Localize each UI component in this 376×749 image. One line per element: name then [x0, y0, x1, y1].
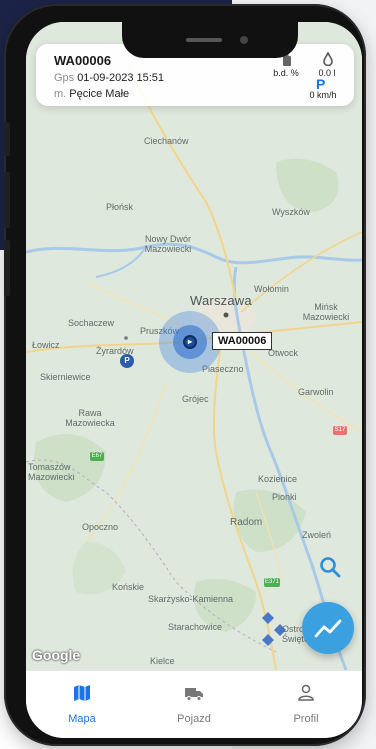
- phone-volume-up-button: [4, 172, 10, 228]
- location-label: m.: [54, 88, 67, 100]
- bottom-navigation: Mapa Pojazd Profil: [26, 670, 362, 738]
- place-label: Starachowice: [168, 622, 223, 632]
- road-shield: S17: [334, 427, 346, 433]
- nav-label: Pojazd: [177, 713, 211, 725]
- place-label: Skierniewice: [40, 372, 91, 382]
- user-icon: [298, 684, 314, 701]
- location-name: Pęcice Małe: [69, 88, 130, 100]
- nav-label: Profil: [293, 713, 319, 725]
- place-label: Wołomin: [254, 284, 289, 294]
- gps-timestamp-row: Gps 01-09-2023 15:51: [54, 72, 164, 84]
- nav-item-profil[interactable]: Profil: [250, 671, 362, 738]
- front-camera: [240, 36, 248, 44]
- vehicle-marker[interactable]: ▸: [183, 335, 197, 349]
- place-label: Grójec: [182, 394, 209, 404]
- place-label: Kielce: [150, 656, 175, 666]
- place-label: Radom: [230, 517, 263, 528]
- place-label: Opoczno: [82, 522, 119, 532]
- map-search-button[interactable]: [318, 555, 342, 579]
- gps-datetime: 01-09-2023 15:51: [77, 72, 165, 84]
- nav-item-mapa[interactable]: Mapa: [26, 671, 138, 738]
- road-shield: E67: [91, 453, 103, 459]
- place-label: Mińsk Mazowiecki: [302, 302, 350, 322]
- phone-notch: [122, 22, 298, 58]
- vehicle-plate: WA00006: [54, 53, 112, 68]
- place-label: Końskie: [112, 582, 145, 592]
- map-icon: [74, 685, 90, 701]
- phone-mute-button: [4, 122, 10, 156]
- place-label: Pionki: [272, 492, 297, 502]
- phone-frame: Ciechanów Płońsk Wyszków Nowy Dwór Mazow…: [4, 4, 366, 746]
- speaker-grill: [186, 38, 222, 42]
- nav-item-pojazd[interactable]: Pojazd: [138, 671, 250, 738]
- battery-value: b.d. %: [273, 68, 299, 78]
- place-label-capital: Warszawa: [190, 293, 252, 308]
- vehicle-marker-label[interactable]: WA00006: [212, 332, 273, 350]
- place-label: Garwolin: [298, 387, 334, 397]
- place-label: Sochaczew: [68, 318, 115, 328]
- place-label: Tomaszów Mazowiecki: [28, 462, 75, 482]
- trend-line-icon: [314, 619, 342, 638]
- place-label: Rawa Mazowiecka: [65, 408, 115, 428]
- place-label: Łowicz: [32, 340, 60, 350]
- place-label: Nowy Dwór Mazowiecki: [144, 234, 192, 254]
- place-label: Wyszków: [272, 207, 310, 217]
- fuel-drop-icon: [323, 52, 333, 66]
- google-attribution: Google: [32, 647, 81, 663]
- place-label: Płońsk: [106, 202, 134, 212]
- place-label: Otwock: [268, 348, 299, 358]
- phone-screen: Ciechanów Płońsk Wyszków Nowy Dwór Mazow…: [26, 22, 362, 738]
- speed-value: 0 km/h: [309, 90, 337, 100]
- nav-label: Mapa: [68, 713, 96, 725]
- vehicle-status-cluster: b.d. % 0.0 l P 0 km/h: [264, 52, 344, 100]
- phone-volume-down-button: [4, 240, 10, 296]
- gps-label: Gps: [54, 72, 75, 84]
- place-label: Kozienice: [258, 474, 298, 484]
- location-row: m. Pęcice Małe: [54, 88, 129, 100]
- parking-poi-marker[interactable]: P: [120, 354, 134, 368]
- place-label: Zwoleń: [302, 530, 332, 540]
- search-icon: [320, 557, 341, 578]
- road-shield: E371: [264, 579, 279, 585]
- place-label: Skarżysko-Kamienna: [148, 594, 234, 604]
- route-history-fab[interactable]: [302, 602, 354, 654]
- map-view[interactable]: Ciechanów Płońsk Wyszków Nowy Dwór Mazow…: [26, 22, 362, 670]
- truck-icon: [185, 688, 203, 701]
- place-label: Ciechanów: [144, 136, 189, 146]
